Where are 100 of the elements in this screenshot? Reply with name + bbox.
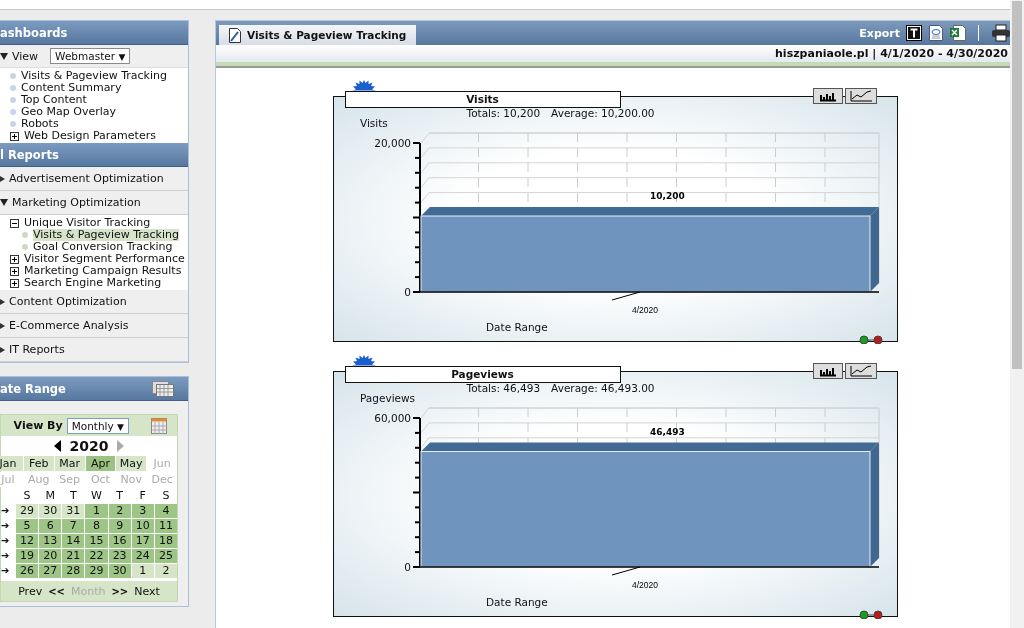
next-link[interactable]: Next (134, 584, 160, 598)
month-cell[interactable]: Feb (23, 456, 54, 471)
report-section[interactable]: Advertisement Optimization (0, 167, 188, 191)
day-cell[interactable]: 2 (108, 504, 131, 518)
collapse-icon[interactable] (0, 52, 8, 60)
nav-link[interactable]: Visits & Pageview Tracking (33, 229, 179, 241)
day-cell[interactable]: 1 (131, 564, 154, 578)
month-cell[interactable]: Mar (54, 456, 85, 471)
report-section[interactable]: Content Optimization (0, 290, 188, 314)
report-tab[interactable]: Visits & Pageview Tracking (219, 25, 417, 45)
minus-icon[interactable] (10, 218, 19, 228)
view-dropdown[interactable]: Webmaster ▼ (50, 48, 131, 64)
day-cell[interactable]: 3 (131, 504, 154, 518)
nav-link[interactable]: Content Summary (21, 82, 122, 94)
expand-icon[interactable] (0, 322, 5, 329)
nav-link[interactable]: Visits & Pageview Tracking (21, 70, 167, 82)
plus-icon[interactable] (10, 131, 19, 141)
day-cell[interactable]: 11 (154, 519, 177, 533)
nav-link[interactable]: Geo Map Overlay (21, 106, 116, 118)
day-cell[interactable]: 10 (131, 519, 154, 533)
report-section[interactable]: E-Commerce Analysis (0, 314, 188, 338)
day-cell[interactable]: 25 (154, 549, 177, 563)
day-cell[interactable]: 20 (39, 549, 62, 563)
expand-icon[interactable] (0, 298, 5, 305)
plus-icon[interactable] (10, 266, 19, 276)
bar-chart-button[interactable] (812, 88, 843, 104)
day-cell[interactable]: 18 (154, 534, 177, 548)
day-cell[interactable]: 23 (108, 549, 131, 563)
y-tick-label: 60,000 (373, 412, 411, 424)
day-cell[interactable]: 26 (16, 564, 39, 578)
prev-arrow[interactable]: << (48, 585, 65, 597)
day-cell[interactable]: 22 (85, 549, 108, 563)
nav-link[interactable]: Search Engine Marketing (24, 277, 162, 289)
day-cell[interactable]: 14 (62, 534, 85, 548)
day-cell[interactable]: 21 (62, 549, 85, 563)
bar-chart-button[interactable] (812, 363, 843, 379)
calendar-icon[interactable] (152, 380, 174, 397)
day-cell[interactable]: 6 (39, 519, 62, 533)
collapse-icon[interactable] (0, 199, 8, 206)
day-cell[interactable]: 15 (85, 534, 108, 548)
nav-link[interactable]: Unique Visitor Tracking (24, 217, 151, 229)
average-text: Average: 10,200.00 (551, 107, 655, 119)
day-cell[interactable]: 28 (62, 564, 85, 578)
day-cell[interactable]: 7 (62, 519, 85, 533)
nav-link[interactable]: Goal Conversion Tracking (33, 241, 173, 253)
day-cell[interactable]: 27 (39, 564, 62, 578)
view-by-dropdown[interactable]: Monthly ▼ (66, 417, 129, 434)
day-cell[interactable]: 13 (39, 534, 62, 548)
day-cell[interactable]: 9 (108, 519, 131, 533)
export-label: Export (859, 26, 900, 40)
line-chart-button[interactable] (844, 363, 877, 379)
day-cell[interactable]: 16 (108, 534, 131, 548)
report-section[interactable]: Marketing Optimization (0, 191, 188, 215)
scrollbar[interactable] (1010, 0, 1024, 628)
week-arrow[interactable]: ➔ (1, 564, 15, 578)
day-cell[interactable]: 17 (131, 534, 154, 548)
panel-title: ashboards (0, 25, 68, 40)
day-cell[interactable]: 5 (16, 519, 39, 533)
plus-icon[interactable] (10, 254, 19, 264)
bullet-icon (10, 73, 16, 79)
spreadsheet-export-icon[interactable] (950, 25, 966, 41)
day-cell[interactable]: 8 (85, 519, 108, 533)
nav-link[interactable]: Robots (21, 118, 59, 130)
data-label: 10,200 (649, 191, 685, 201)
section-title: Advertisement Optimization (9, 172, 164, 185)
day-cell[interactable]: 4 (154, 504, 177, 518)
week-arrow[interactable]: ➔ (1, 549, 15, 563)
day-cell[interactable]: 31 (62, 504, 85, 518)
week-arrow[interactable]: ➔ (1, 504, 15, 518)
day-cell[interactable]: 30 (39, 504, 62, 518)
calendar-icon[interactable] (151, 417, 167, 434)
totals-text: Totals: 46,493 (466, 382, 541, 394)
day-cell[interactable]: 19 (16, 549, 39, 563)
previous-year-arrow-icon[interactable] (53, 440, 62, 452)
text-export-icon[interactable] (906, 25, 922, 41)
day-cell[interactable]: 2 (154, 564, 177, 578)
expand-icon[interactable] (0, 346, 5, 353)
day-cell[interactable]: 1 (85, 504, 108, 518)
print-icon[interactable] (991, 24, 1011, 42)
nav-link[interactable]: Web Design Parameters (24, 130, 156, 142)
nav-link[interactable]: Marketing Campaign Results (24, 265, 182, 277)
day-cell[interactable]: 29 (16, 504, 39, 518)
nav-link[interactable]: Top Content (21, 94, 87, 106)
week-arrow[interactable]: ➔ (1, 534, 15, 548)
month-cell[interactable]: Apr (85, 456, 116, 471)
document-export-icon[interactable] (928, 25, 944, 41)
week-arrow[interactable]: ➔ (1, 519, 15, 533)
starburst-icon (351, 355, 376, 369)
nav-link[interactable]: Visitor Segment Performance (24, 253, 185, 265)
expand-icon[interactable] (0, 175, 5, 182)
day-cell[interactable]: 29 (85, 564, 108, 578)
plus-icon[interactable] (10, 278, 19, 288)
prev-link[interactable]: Prev (18, 584, 43, 598)
report-section[interactable]: IT Reports (0, 338, 188, 362)
day-cell[interactable]: 30 (108, 564, 131, 578)
line-chart-button[interactable] (844, 88, 877, 104)
month-cell[interactable]: May (116, 456, 147, 471)
day-cell[interactable]: 12 (16, 534, 39, 548)
next-arrow[interactable]: >> (111, 585, 129, 597)
day-cell[interactable]: 24 (131, 549, 154, 563)
